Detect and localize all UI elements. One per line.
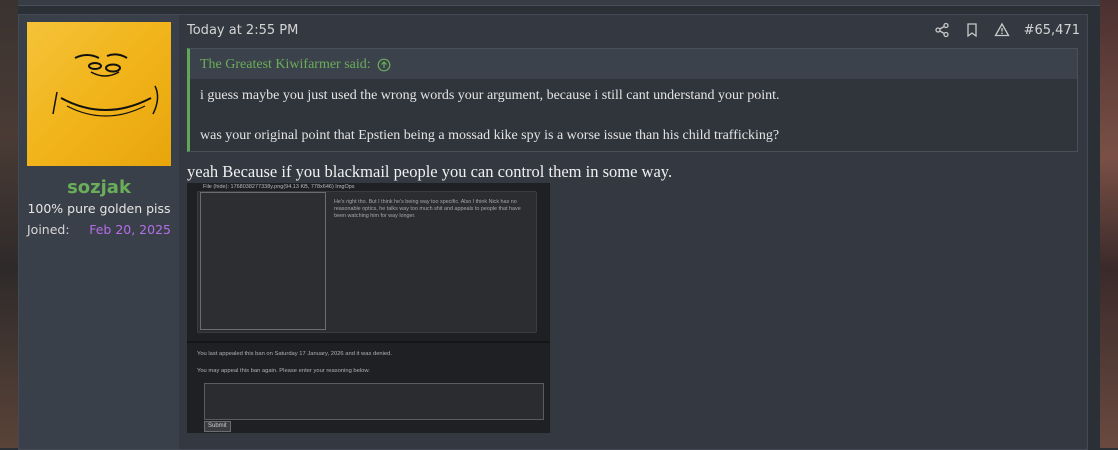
- report-icon[interactable]: [993, 22, 1010, 38]
- post-content: Today at 2:55 PM #65,471 The Greatest Ki…: [187, 15, 1087, 449]
- attachment-submit-button: Submit: [204, 421, 231, 432]
- attachment-post-panel: He's right tho. But I think he's being w…: [197, 191, 537, 333]
- face-drawing-icon: [52, 53, 159, 117]
- attachment-appeal-note: You last appealed this ban on Saturday 1…: [197, 351, 392, 357]
- reply-text: yeah Because if you blackmail people you…: [187, 162, 673, 181]
- quote-line: i guess maybe you just used the wrong wo…: [200, 88, 780, 103]
- quote-header[interactable]: The Greatest Kiwifarmer said:: [200, 57, 391, 73]
- background-left-edge: [0, 0, 18, 448]
- attachment-appeal-prompt: You may appeal this ban again. Please en…: [197, 368, 370, 374]
- share-icon[interactable]: [934, 22, 950, 38]
- user-info-panel: sozjak 100% pure golden piss Joined: Feb…: [19, 15, 179, 449]
- arrow-up-circle-icon[interactable]: [377, 58, 391, 72]
- bookmark-icon[interactable]: [964, 22, 980, 38]
- attachment-post-text: He's right tho. But I think he's being w…: [334, 199, 521, 219]
- quote-body: i guess maybe you just used the wrong wo…: [190, 79, 1077, 151]
- user-title: 100% pure golden piss: [27, 201, 171, 216]
- joined-label: Joined:: [27, 222, 70, 237]
- forum-post: sozjak 100% pure golden piss Joined: Feb…: [18, 14, 1088, 450]
- quote-author[interactable]: The Greatest Kiwifarmer said:: [200, 57, 371, 73]
- quote-block: The Greatest Kiwifarmer said: i guess ma…: [187, 48, 1078, 152]
- post-number[interactable]: #65,471: [1024, 23, 1080, 38]
- post-timestamp[interactable]: Today at 2:55 PM: [187, 23, 298, 38]
- attachment-thumbnail: [200, 192, 326, 330]
- previous-post-edge: [18, 0, 1100, 6]
- attachment-textarea: [204, 383, 544, 420]
- attachment-file-line: File (hide): 1768038277338y.png(94.13 KB…: [203, 184, 355, 190]
- quote-line: was your original point that Epstien bei…: [200, 128, 780, 143]
- background-right-edge: [1100, 0, 1118, 448]
- avatar[interactable]: [27, 22, 171, 166]
- attachment-divider: [187, 341, 550, 343]
- attached-screenshot[interactable]: File (hide): 1768038277338y.png(94.13 KB…: [187, 183, 550, 433]
- post-actions: #65,471: [934, 22, 1080, 38]
- username[interactable]: sozjak: [19, 177, 179, 198]
- joined-date: Feb 20, 2025: [89, 222, 171, 237]
